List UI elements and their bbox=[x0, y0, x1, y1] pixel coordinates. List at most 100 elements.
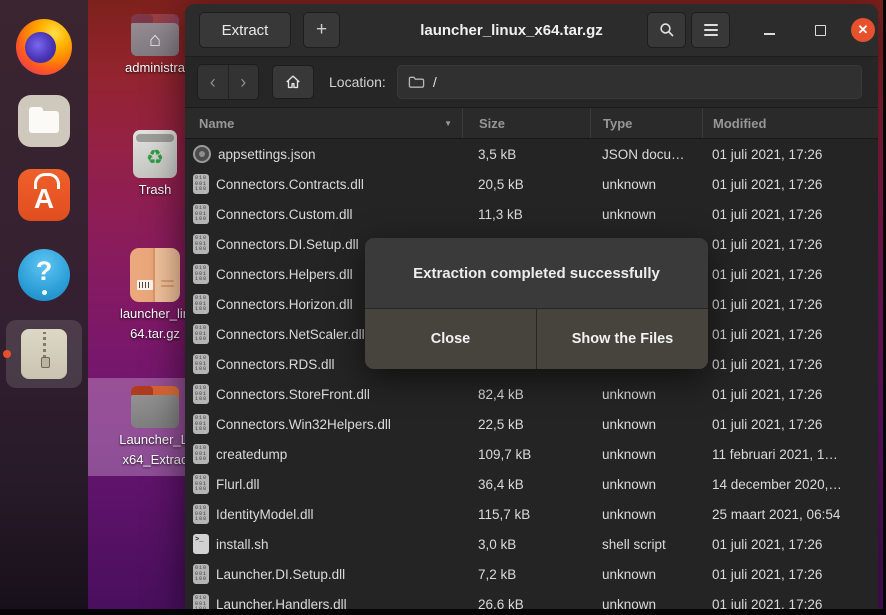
extracted-folder-icon bbox=[131, 386, 179, 428]
column-type[interactable]: Type bbox=[590, 108, 702, 138]
binary-file-icon: 010001100 bbox=[193, 504, 209, 524]
table-row[interactable]: 010001100Connectors.Win32Helpers.dll22,5… bbox=[185, 409, 878, 439]
dock-item-ubuntu-software[interactable] bbox=[0, 169, 88, 221]
file-size: 20,5 kB bbox=[462, 177, 590, 192]
file-name: Launcher.Handlers.dll bbox=[216, 597, 347, 611]
binary-file-icon: 010001100 bbox=[193, 264, 209, 284]
search-icon bbox=[659, 22, 675, 38]
screen-border-bottom bbox=[0, 609, 886, 615]
file-modified: 01 juli 2021, 17:26 bbox=[702, 387, 878, 402]
file-modified: 01 juli 2021, 17:26 bbox=[702, 327, 878, 342]
search-button[interactable] bbox=[647, 12, 686, 48]
file-list: appsettings.json3,5 kBJSON docu…01 juli … bbox=[185, 139, 878, 610]
file-type: unknown bbox=[590, 507, 702, 522]
file-modified: 01 juli 2021, 17:26 bbox=[702, 417, 878, 432]
file-size: 26,6 kB bbox=[462, 597, 590, 611]
table-row[interactable]: 010001100 Connectors.Contracts.dll 20,5 kB… bbox=[185, 169, 878, 199]
file-name: Connectors.DI.Setup.dll bbox=[216, 237, 359, 252]
nav-buttons: ‹ › bbox=[197, 64, 259, 100]
toolbar: ‹ › Location: / bbox=[185, 57, 878, 108]
show-the-files-button[interactable]: Show the Files bbox=[536, 309, 708, 369]
file-size: 115,7 kB bbox=[462, 507, 590, 522]
titlebar: Extract + launcher_linux_x64.tar.gz ✕ bbox=[185, 4, 878, 57]
binary-file-icon: 010001100 bbox=[193, 414, 209, 434]
file-name: IdentityModel.dll bbox=[216, 507, 314, 522]
file-size: 109,7 kB bbox=[462, 447, 590, 462]
table-row[interactable]: 010001100Connectors.StoreFront.dll82,4 k… bbox=[185, 379, 878, 409]
binary-file-icon: 010001100 bbox=[193, 294, 209, 314]
json-file-icon bbox=[193, 145, 211, 163]
home-folder-icon: ⌂ bbox=[131, 14, 179, 56]
binary-file-icon: 010001100 bbox=[193, 204, 209, 224]
table-row[interactable]: 010001100Connectors.Custom.dll11,3 kBunk… bbox=[185, 199, 878, 229]
binary-file-icon: 010001100 bbox=[193, 354, 209, 374]
dock-item-archive-manager[interactable] bbox=[0, 320, 88, 388]
file-modified: 25 maart 2021, 06:54 bbox=[702, 507, 878, 522]
table-row[interactable]: >_install.sh3,0 kBshell script01 juli 20… bbox=[185, 529, 878, 559]
maximize-button[interactable] bbox=[808, 18, 832, 42]
table-row[interactable]: 010001100 IdentityModel.dll 115,7 kBunknow… bbox=[185, 499, 878, 529]
minimize-button[interactable] bbox=[757, 18, 781, 42]
file-size: 3,5 kB bbox=[462, 147, 590, 162]
archive-package-icon bbox=[130, 248, 180, 302]
column-name[interactable]: Name ▼ bbox=[185, 108, 462, 138]
file-name: Connectors.StoreFront.dll bbox=[216, 387, 370, 402]
file-name: Connectors.RDS.dll bbox=[216, 357, 335, 372]
file-type: unknown bbox=[590, 387, 702, 402]
file-name: Connectors.NetScaler.dll bbox=[216, 327, 365, 342]
window-title: launcher_linux_x64.tar.gz bbox=[345, 4, 678, 56]
hamburger-icon bbox=[704, 24, 718, 26]
binary-file-icon: 010001100 bbox=[193, 594, 209, 610]
desktop-icon-label: 64.tar.gz bbox=[130, 325, 180, 342]
column-modified[interactable]: Modified bbox=[702, 108, 878, 138]
binary-file-icon: 010001100 bbox=[193, 234, 209, 254]
dock-item-files[interactable] bbox=[0, 95, 88, 147]
table-row[interactable]: 010001100Flurl.dll36,4 kBunknown14 decem… bbox=[185, 469, 878, 499]
add-files-button[interactable]: + bbox=[303, 12, 340, 48]
file-modified: 01 juli 2021, 17:26 bbox=[702, 237, 878, 252]
file-name: createdump bbox=[216, 447, 287, 462]
forward-button[interactable]: › bbox=[228, 65, 259, 99]
desktop-icon-label: Launcher_Li bbox=[119, 431, 191, 448]
file-size: 22,5 kB bbox=[462, 417, 590, 432]
minimize-icon bbox=[764, 33, 775, 35]
file-modified: 01 juli 2021, 17:26 bbox=[702, 597, 878, 611]
table-row[interactable]: 010001100createdump109,7 kBunknown11 feb… bbox=[185, 439, 878, 469]
binary-file-icon: 010001100 bbox=[193, 174, 209, 194]
file-type: unknown bbox=[590, 417, 702, 432]
file-modified: 01 juli 2021, 17:26 bbox=[702, 357, 878, 372]
close-dialog-button[interactable]: Close bbox=[365, 309, 536, 369]
file-name: Connectors.Contracts.dll bbox=[216, 177, 364, 192]
running-indicator-dot bbox=[3, 350, 11, 358]
firefox-icon bbox=[16, 19, 72, 75]
extract-button[interactable]: Extract bbox=[199, 12, 291, 48]
help-icon bbox=[18, 249, 70, 301]
desktop-icons: ⌂administra♻Trashlauncher_lin64.tar.gzLa… bbox=[88, 0, 185, 609]
home-button[interactable] bbox=[272, 65, 314, 99]
dialog-message: Extraction completed successfully bbox=[365, 238, 708, 308]
file-name: install.sh bbox=[216, 537, 269, 552]
close-button[interactable]: ✕ bbox=[851, 18, 875, 42]
column-size[interactable]: Size bbox=[462, 108, 590, 138]
location-label: Location: bbox=[329, 74, 386, 90]
dock-item-help[interactable] bbox=[0, 249, 88, 301]
file-size: 7,2 kB bbox=[462, 567, 590, 582]
table-row[interactable]: 010001100Launcher.DI.Setup.dll7,2 kBunkn… bbox=[185, 559, 878, 589]
file-size: 82,4 kB bbox=[462, 387, 590, 402]
table-row[interactable]: 010001100Launcher.Handlers.dll26,6 kBunk… bbox=[185, 589, 878, 610]
dialog-buttons: Close Show the Files bbox=[365, 308, 708, 369]
location-input[interactable]: / bbox=[397, 65, 862, 99]
dock bbox=[0, 0, 88, 609]
back-button[interactable]: ‹ bbox=[198, 65, 228, 99]
file-name: Launcher.DI.Setup.dll bbox=[216, 567, 345, 582]
file-modified: 11 februari 2021, 1… bbox=[702, 447, 878, 462]
file-type: JSON docu… bbox=[590, 147, 702, 162]
column-header: Name ▼ Size Type Modified bbox=[185, 108, 878, 139]
desktop-icon-label: administra bbox=[125, 59, 185, 76]
archive-manager-icon bbox=[21, 329, 67, 379]
dock-item-firefox[interactable] bbox=[0, 19, 88, 75]
file-modified: 01 juli 2021, 17:26 bbox=[702, 177, 878, 192]
menu-button[interactable] bbox=[691, 12, 730, 48]
home-icon bbox=[284, 73, 302, 91]
table-row[interactable]: appsettings.json3,5 kBJSON docu…01 juli … bbox=[185, 139, 878, 169]
